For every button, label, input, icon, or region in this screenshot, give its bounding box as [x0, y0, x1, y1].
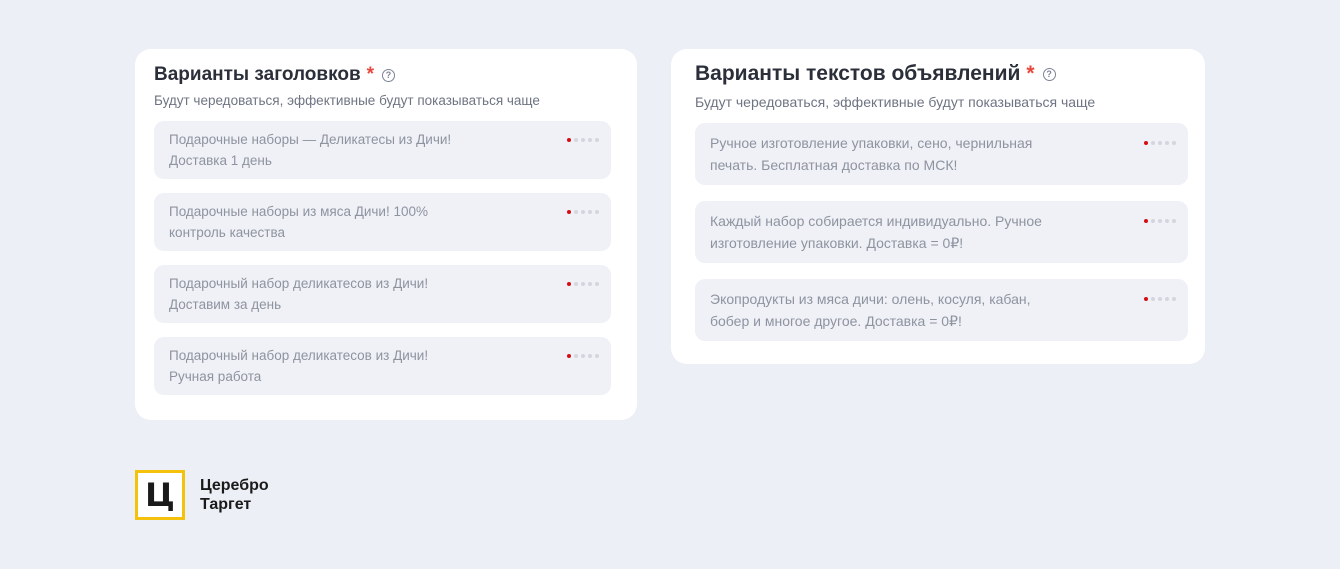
- logo: Ц Церебро Таргет: [135, 470, 269, 520]
- rating-dot-empty: [1172, 141, 1176, 145]
- rating-dot-filled: [567, 354, 571, 358]
- rating-dot-empty: [574, 282, 578, 286]
- rating-dot-empty: [581, 138, 585, 142]
- rating-dot-empty: [1151, 141, 1155, 145]
- logo-mark: Ц: [135, 470, 185, 520]
- rating-dot-empty: [588, 210, 592, 214]
- headline-variant[interactable]: Подарочный набор деликатесов из Дичи! Ру…: [154, 337, 611, 395]
- ad-text-variant-text: Ручное изготовление упаковки, сено, черн…: [710, 135, 1033, 173]
- ad-text-variant-text: Экопродукты из мяса дичи: олень, косуля,…: [710, 291, 1031, 329]
- rating-dot-filled: [567, 210, 571, 214]
- rating-dot-filled: [567, 282, 571, 286]
- rating-dot-empty: [595, 282, 599, 286]
- headline-variants-list: Подарочные наборы — Деликатесы из Дичи! …: [154, 121, 611, 395]
- rating-dot-empty: [1158, 219, 1162, 223]
- rating-dot-empty: [588, 354, 592, 358]
- rating-dot-empty: [581, 282, 585, 286]
- rating-dots: [567, 210, 599, 214]
- headline-variant-text: Подарочный набор деликатесов из Дичи! Ру…: [169, 348, 429, 384]
- rating-dot-empty: [581, 354, 585, 358]
- rating-dots: [1144, 141, 1176, 145]
- rating-dot-empty: [588, 282, 592, 286]
- rating-dot-empty: [574, 138, 578, 142]
- ad-text-variants-list: Ручное изготовление упаковки, сено, черн…: [695, 123, 1188, 341]
- headlines-title: Варианты заголовков: [154, 64, 361, 85]
- rating-dot-empty: [1165, 219, 1169, 223]
- rating-dot-empty: [595, 354, 599, 358]
- headline-variant-text: Подарочный набор деликатесов из Дичи! До…: [169, 276, 429, 312]
- rating-dot-empty: [1158, 297, 1162, 301]
- rating-dot-empty: [1172, 219, 1176, 223]
- logo-line-2: Таргет: [200, 496, 252, 513]
- logo-text: Церебро Таргет: [200, 476, 269, 514]
- rating-dot-empty: [588, 138, 592, 142]
- headlines-subtitle: Будут чередоваться, эффективные будут по…: [154, 93, 540, 108]
- rating-dots: [1144, 219, 1176, 223]
- help-icon[interactable]: ?: [382, 68, 396, 82]
- rating-dot-empty: [1158, 141, 1162, 145]
- headlines-card: Варианты заголовков * ? Будут чередовать…: [135, 49, 637, 420]
- headline-variant-text: Подарочные наборы — Деликатесы из Дичи! …: [169, 132, 452, 168]
- rating-dot-empty: [595, 138, 599, 142]
- required-mark: *: [366, 64, 375, 85]
- help-icon[interactable]: ?: [1042, 67, 1056, 81]
- headline-variant[interactable]: Подарочный набор деликатесов из Дичи! До…: [154, 265, 611, 323]
- rating-dot-empty: [595, 210, 599, 214]
- rating-dot-empty: [1172, 297, 1176, 301]
- rating-dot-filled: [567, 138, 571, 142]
- headline-variant[interactable]: Подарочные наборы — Деликатесы из Дичи! …: [154, 121, 611, 179]
- rating-dot-empty: [1165, 141, 1169, 145]
- rating-dot-empty: [1151, 297, 1155, 301]
- ad-text-variant[interactable]: Каждый набор собирается индивидуально. Р…: [695, 201, 1188, 263]
- ad-text-variant-text: Каждый набор собирается индивидуально. Р…: [710, 213, 1042, 251]
- rating-dot-empty: [581, 210, 585, 214]
- headline-variant-text: Подарочные наборы из мяса Дичи! 100% кон…: [169, 204, 429, 240]
- rating-dot-filled: [1144, 219, 1148, 223]
- headlines-title-row: Варианты заголовков * ?: [154, 63, 611, 87]
- ad-texts-title: Варианты текстов объявлений: [695, 62, 1021, 85]
- rating-dot-filled: [1144, 141, 1148, 145]
- required-mark: *: [1026, 62, 1035, 85]
- ad-texts-title-row: Варианты текстов объявлений * ?: [695, 61, 1188, 87]
- rating-dots: [1144, 297, 1176, 301]
- rating-dot-empty: [574, 354, 578, 358]
- ad-text-variant[interactable]: Экопродукты из мяса дичи: олень, косуля,…: [695, 279, 1188, 341]
- ad-text-variant[interactable]: Ручное изготовление упаковки, сено, черн…: [695, 123, 1188, 185]
- rating-dot-empty: [574, 210, 578, 214]
- rating-dots: [567, 282, 599, 286]
- rating-dot-empty: [1165, 297, 1169, 301]
- logo-line-1: Церебро: [200, 477, 269, 494]
- rating-dots: [567, 354, 599, 358]
- rating-dot-filled: [1144, 297, 1148, 301]
- headline-variant[interactable]: Подарочные наборы из мяса Дичи! 100% кон…: [154, 193, 611, 251]
- ad-texts-subtitle: Будут чередоваться, эффективные будут по…: [695, 94, 1096, 110]
- rating-dots: [567, 138, 599, 142]
- rating-dot-empty: [1151, 219, 1155, 223]
- ad-texts-card: Варианты текстов объявлений * ? Будут че…: [671, 49, 1205, 364]
